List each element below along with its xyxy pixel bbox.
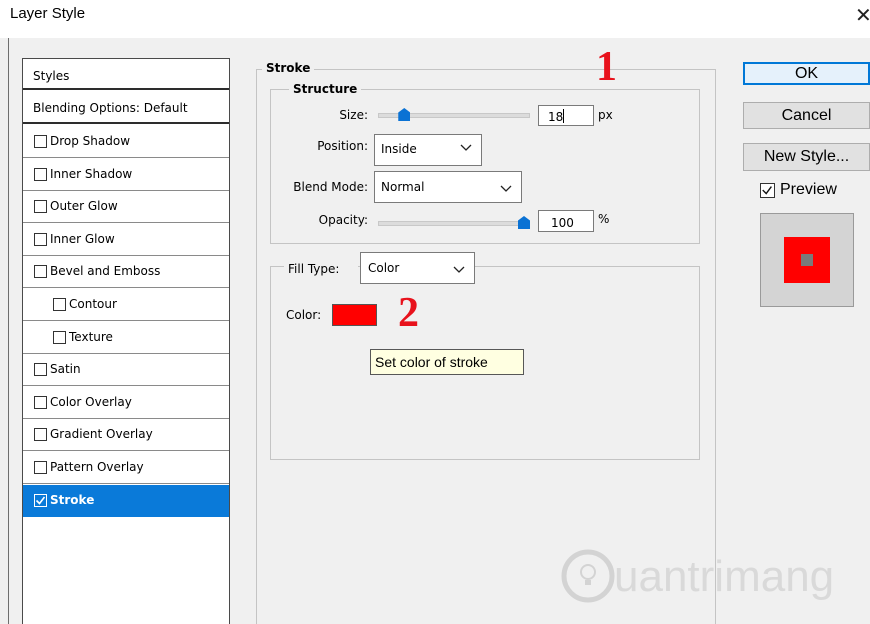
style-item-label: Inner Shadow [50, 166, 133, 181]
preview-label: Preview [780, 181, 837, 198]
size-input-value: 18 [548, 110, 564, 124]
cancel-button[interactable]: Cancel [743, 102, 870, 129]
preview-thumbnail [760, 213, 854, 307]
style-item-label: Outer Glow [50, 199, 118, 214]
annotation-marker-1: 1 [596, 44, 617, 90]
checkmark-icon [762, 186, 772, 195]
position-dropdown[interactable]: Inside [374, 134, 482, 166]
checkmark-icon [35, 496, 46, 505]
style-item-inner-glow[interactable]: Inner Glow [23, 224, 229, 256]
fill-type-value: Color [368, 261, 400, 275]
checkbox[interactable] [34, 167, 47, 181]
position-value: Inside [381, 142, 417, 156]
chevron-down-icon [453, 266, 465, 273]
color-label: Color: [286, 308, 322, 322]
size-input[interactable]: 18 [538, 105, 594, 126]
checkbox[interactable] [34, 232, 47, 246]
styles-header-label: Styles [33, 69, 70, 83]
style-item-inner-shadow[interactable]: Inner Shadow [23, 159, 229, 191]
blend-mode-dropdown[interactable]: Normal [374, 171, 522, 203]
fill-type-label: Fill Type: [288, 262, 340, 276]
chevron-down-icon [460, 144, 472, 151]
checkbox[interactable] [34, 428, 47, 442]
preview-stroke-square [784, 237, 830, 283]
close-icon[interactable]: ✕ [855, 6, 870, 26]
window-title: Layer Style [10, 5, 86, 22]
checkbox[interactable] [34, 200, 47, 214]
checkbox[interactable] [53, 330, 66, 344]
blending-options-label: Blending Options: Default [33, 101, 188, 115]
style-item-stroke[interactable]: Stroke [23, 484, 229, 517]
checkbox-checked[interactable] [34, 493, 47, 507]
opacity-input[interactable]: 100 [538, 210, 594, 232]
style-item-drop-shadow[interactable]: Drop Shadow [23, 126, 229, 158]
preview-fill-square [801, 254, 813, 266]
style-item-label: Color Overlay [50, 394, 132, 409]
checkbox[interactable] [34, 395, 47, 409]
stroke-color-swatch[interactable] [332, 304, 377, 326]
checkbox[interactable] [34, 363, 47, 377]
ok-button[interactable]: OK [743, 62, 870, 85]
opacity-unit: % [598, 212, 610, 226]
annotation-marker-2: 2 [398, 290, 419, 336]
blend-mode-label: Blend Mode: [293, 180, 368, 194]
window-frame-edge [8, 38, 9, 624]
size-label: Size: [339, 108, 368, 122]
style-item-label: Gradient Overlay [50, 427, 153, 442]
lightbulb-icon [561, 549, 615, 603]
new-style-button[interactable]: New Style... [743, 143, 870, 171]
opacity-label: Opacity: [318, 213, 368, 227]
blending-options-item[interactable]: Blending Options: Default [23, 90, 229, 124]
style-item-label: Pattern Overlay [50, 460, 144, 474]
blend-mode-value: Normal [381, 180, 425, 194]
title-bar [0, 0, 870, 38]
watermark-text: uantrimang [614, 552, 835, 601]
style-item-gradient-overlay[interactable]: Gradient Overlay [23, 419, 229, 452]
size-unit: px [598, 108, 613, 122]
style-item-label: Texture [69, 329, 113, 344]
style-item-contour[interactable]: Contour [23, 289, 229, 321]
opacity-input-value: 100 [551, 216, 574, 230]
style-item-color-overlay[interactable]: Color Overlay [23, 387, 229, 419]
text-caret [563, 109, 564, 123]
checkbox[interactable] [34, 135, 47, 148]
style-item-pattern-overlay[interactable]: Pattern Overlay [23, 452, 229, 484]
opacity-slider-track[interactable] [378, 221, 530, 226]
style-item-label: Stroke [50, 492, 95, 507]
style-item-label: Inner Glow [50, 231, 115, 246]
structure-title: Structure [289, 82, 362, 96]
stroke-section-title: Stroke [262, 61, 315, 75]
checkbox[interactable] [53, 298, 66, 311]
checkbox[interactable] [34, 265, 47, 279]
style-item-bevel-and-emboss[interactable]: Bevel and Emboss [23, 256, 229, 289]
style-item-satin[interactable]: Satin [23, 354, 229, 387]
position-label: Position: [317, 139, 368, 153]
chevron-down-icon [500, 185, 512, 192]
preview-checkbox[interactable] [760, 183, 775, 198]
tooltip: Set color of stroke [370, 349, 524, 375]
style-item-texture[interactable]: Texture [23, 322, 229, 354]
tooltip-text: Set color of stroke [375, 354, 488, 370]
style-item-label: Bevel and Emboss [50, 264, 161, 279]
fill-type-dropdown[interactable]: Color [360, 252, 475, 284]
style-item-label: Contour [69, 297, 117, 311]
style-item-label: Drop Shadow [50, 134, 131, 148]
style-item-label: Satin [50, 362, 81, 377]
styles-header[interactable]: Styles [23, 59, 229, 90]
checkbox[interactable] [34, 461, 47, 474]
style-item-outer-glow[interactable]: Outer Glow [23, 191, 229, 224]
